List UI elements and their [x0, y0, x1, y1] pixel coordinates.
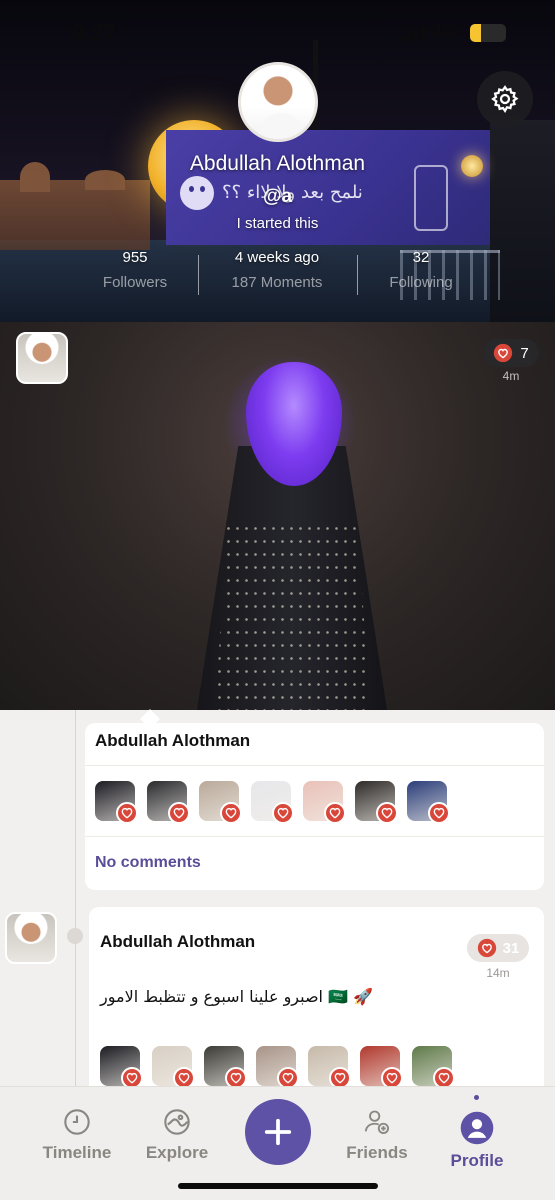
- signal-icon: [400, 26, 425, 41]
- post-time: 14m: [486, 966, 510, 980]
- reactor-avatar[interactable]: [355, 781, 398, 824]
- card-author-name[interactable]: Abdullah Alothman: [95, 731, 250, 751]
- nav-explore[interactable]: Explore: [122, 1107, 232, 1163]
- nav-label: Timeline: [42, 1143, 112, 1162]
- network-type: 4G: [432, 21, 457, 41]
- stat-label: Following: [389, 274, 453, 291]
- home-indicator: [178, 1183, 378, 1189]
- heart-icon: [376, 802, 398, 824]
- moment-like-button[interactable]: 7: [483, 339, 539, 367]
- divider: [85, 836, 544, 837]
- card-author-name[interactable]: Abdullah Alothman: [100, 932, 255, 952]
- post-author-avatar[interactable]: [5, 912, 57, 964]
- divider: [85, 765, 544, 766]
- reactor-avatar[interactable]: [152, 1046, 195, 1089]
- nav-friends[interactable]: Friends: [322, 1107, 432, 1163]
- moment-author-avatar[interactable]: [16, 332, 68, 384]
- plus-icon: [264, 1118, 292, 1146]
- moment-time: 4m: [502, 369, 520, 383]
- reactor-avatar[interactable]: [412, 1046, 455, 1089]
- reactors-list: [95, 781, 450, 824]
- battery-level: [470, 24, 481, 42]
- nav-profile[interactable]: Profile: [422, 1111, 532, 1171]
- nav-label: Explore: [145, 1143, 209, 1162]
- post-card: Abdullah Alothman 31 14m اصبرو علينا اسب…: [89, 907, 544, 1097]
- reactors-list: [100, 1046, 455, 1089]
- profile-name: Abdullah Alothman: [189, 152, 366, 175]
- heart-icon: [272, 802, 294, 824]
- heart-icon: [494, 343, 513, 363]
- create-moment-button[interactable]: [245, 1099, 311, 1165]
- moment-details-card: Abdullah Alothman No comments: [85, 723, 544, 890]
- timeline-line: [75, 710, 76, 1086]
- nav-label: Profile: [450, 1151, 504, 1170]
- reactor-avatar[interactable]: [199, 781, 242, 824]
- stat-value: 955: [122, 249, 148, 266]
- heart-icon: [477, 938, 496, 958]
- profile-avatar[interactable]: [238, 62, 318, 142]
- reactor-avatar[interactable]: [407, 781, 450, 824]
- reactor-avatar[interactable]: [251, 781, 294, 824]
- profile-bio: I started this: [236, 215, 319, 232]
- timeline-dot: [67, 928, 83, 944]
- add-friend-icon: [362, 1107, 392, 1137]
- heart-icon: [116, 802, 138, 824]
- reactor-avatar[interactable]: [204, 1046, 247, 1089]
- heart-icon: [220, 802, 242, 824]
- stat-followers[interactable]: 955 Followers: [55, 249, 215, 291]
- settings-button[interactable]: [477, 71, 533, 127]
- profile-header: نلمح بعد ولا لااء ؟؟ 9:27 4G Abdullah Al…: [0, 0, 555, 322]
- comments-status[interactable]: No comments: [95, 854, 201, 872]
- post-like-button[interactable]: 31: [467, 934, 529, 962]
- stat-value: 32: [412, 249, 430, 266]
- stat-moments[interactable]: 4 weeks ago 187 Moments: [197, 249, 357, 291]
- active-indicator: [474, 1095, 479, 1100]
- like-count: 31: [502, 939, 520, 957]
- person-icon: [460, 1111, 494, 1145]
- map-icon: [162, 1107, 192, 1137]
- reactor-avatar[interactable]: [147, 781, 190, 824]
- nav-label: Friends: [346, 1143, 408, 1162]
- stat-label: 187 Moments: [231, 274, 323, 291]
- moment-photo[interactable]: 7 4m: [0, 322, 555, 710]
- stat-following[interactable]: 32 Following: [341, 249, 501, 291]
- heart-icon: [428, 802, 450, 824]
- status-time: 9:27: [72, 20, 117, 45]
- like-count: 7: [520, 344, 529, 362]
- heart-icon: [168, 802, 190, 824]
- reactor-avatar[interactable]: [308, 1046, 351, 1089]
- stat-label: Followers: [102, 274, 168, 291]
- bottom-nav: Timeline Explore Friends Profile: [0, 1086, 555, 1200]
- battery-icon: [470, 24, 506, 42]
- tower-windows: [215, 522, 370, 710]
- reactor-avatar[interactable]: [95, 781, 138, 824]
- nav-timeline[interactable]: Timeline: [22, 1107, 132, 1163]
- reactor-avatar[interactable]: [100, 1046, 143, 1089]
- reactor-avatar[interactable]: [360, 1046, 403, 1089]
- reactor-avatar[interactable]: [303, 781, 346, 824]
- reactor-avatar[interactable]: [256, 1046, 299, 1089]
- gear-icon: [491, 85, 519, 114]
- stat-value: 4 weeks ago: [234, 249, 320, 266]
- profile-handle: @a: [262, 186, 293, 207]
- post-text: اصبرو علينا اسبوع و تتظبط الامور 🇸🇦 🚀: [100, 987, 374, 1006]
- clock-icon: [62, 1107, 92, 1137]
- heart-icon: [324, 802, 346, 824]
